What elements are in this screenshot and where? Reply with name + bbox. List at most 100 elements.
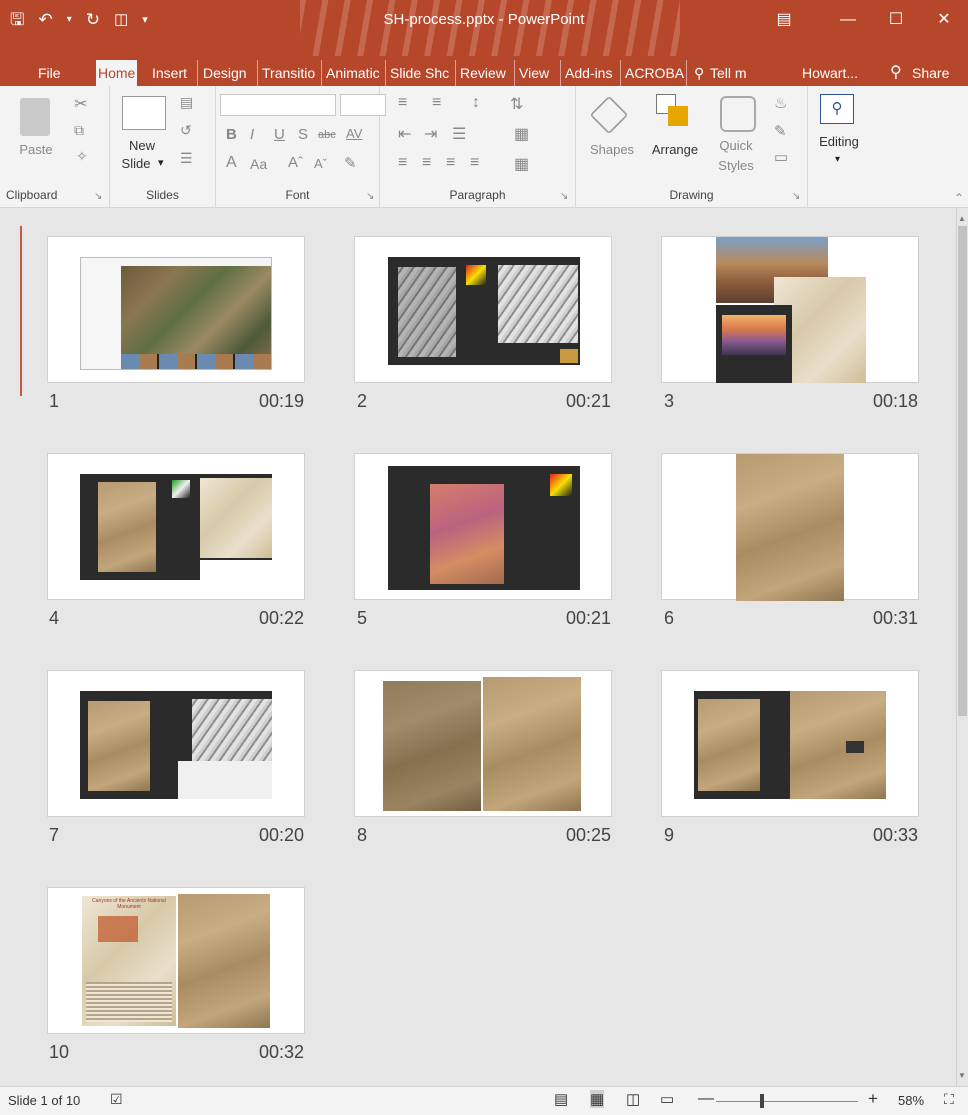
- font-launcher-icon[interactable]: ↘: [366, 191, 374, 202]
- slide-5-pink-image: [430, 484, 504, 584]
- shadow-button[interactable]: S: [298, 126, 308, 143]
- tab-home[interactable]: Home: [96, 60, 138, 86]
- slide-thumbnail-6[interactable]: [661, 453, 919, 601]
- paste-button[interactable]: Paste: [4, 142, 68, 157]
- copy-icon[interactable]: ⧉: [74, 122, 84, 139]
- tab-view[interactable]: View: [519, 60, 561, 86]
- tell-me-search[interactable]: Tell m: [710, 60, 760, 86]
- bold-button[interactable]: B: [226, 126, 237, 143]
- shape-fill-icon[interactable]: ♨: [774, 94, 787, 112]
- quick-styles-icon[interactable]: [720, 96, 756, 132]
- tab-animations[interactable]: Animatic: [326, 60, 386, 86]
- slide-thumbnail-4[interactable]: [47, 453, 305, 600]
- editing-dropdown-icon[interactable]: ▾: [835, 154, 840, 165]
- ribbon-display-options-icon[interactable]: ▤: [744, 6, 824, 34]
- clear-formatting-icon[interactable]: ✎: [344, 154, 357, 172]
- normal-view-icon[interactable]: ▤: [554, 1090, 568, 1108]
- change-case-button[interactable]: Aa: [250, 156, 267, 172]
- tab-transitions[interactable]: Transitio: [262, 60, 322, 86]
- tab-slide-show[interactable]: Slide Shc: [390, 60, 456, 86]
- zoom-slider-thumb[interactable]: [760, 1094, 764, 1108]
- tab-add-ins[interactable]: Add-ins: [565, 60, 621, 86]
- arrange-button[interactable]: Arrange: [642, 142, 708, 157]
- align-left-icon[interactable]: ≡: [398, 154, 407, 172]
- share-button[interactable]: Share: [912, 60, 949, 86]
- new-slide-label-2[interactable]: Slide: [114, 156, 158, 171]
- slide-1-filmstrip: [121, 354, 271, 369]
- paste-icon[interactable]: [20, 98, 50, 136]
- text-direction-icon[interactable]: ⇅: [510, 94, 523, 114]
- clipboard-launcher-icon[interactable]: ↘: [94, 191, 102, 202]
- slide-sorter-view-icon[interactable]: ▦: [590, 1090, 605, 1108]
- scroll-up-icon[interactable]: ▲: [958, 214, 966, 223]
- drawing-launcher-icon[interactable]: ↘: [792, 191, 800, 202]
- align-text-icon[interactable]: ▦: [514, 124, 529, 144]
- underline-button[interactable]: U: [274, 126, 285, 143]
- zoom-level[interactable]: 58%: [898, 1093, 924, 1108]
- quick-styles-label-2[interactable]: Styles: [708, 158, 764, 173]
- slide-show-icon[interactable]: ▭: [660, 1090, 674, 1108]
- line-spacing-icon[interactable]: ↕: [472, 94, 480, 112]
- zoom-slider[interactable]: [716, 1101, 858, 1102]
- slide-thumbnail-7[interactable]: [47, 670, 305, 817]
- tab-review[interactable]: Review: [460, 60, 515, 86]
- slide-thumbnail-10[interactable]: Canyons of the Ancients National Monumen…: [47, 887, 305, 1034]
- shapes-icon[interactable]: [589, 95, 629, 135]
- smartart-icon[interactable]: ▦: [514, 154, 529, 174]
- align-right-icon[interactable]: ≡: [446, 154, 455, 172]
- character-spacing-button[interactable]: AV: [346, 126, 362, 141]
- maximize-icon[interactable]: ☐: [872, 6, 920, 34]
- bullets-icon[interactable]: ≡: [398, 94, 407, 112]
- reset-icon[interactable]: ↺: [180, 122, 192, 139]
- decrease-indent-icon[interactable]: ⇤: [398, 124, 411, 144]
- increase-indent-icon[interactable]: ⇥: [424, 124, 437, 144]
- columns-icon[interactable]: ☰: [452, 124, 466, 144]
- section-icon[interactable]: ☰: [180, 150, 193, 167]
- strikethrough-button[interactable]: abc: [318, 129, 336, 141]
- slide-thumbnail-1[interactable]: [47, 236, 305, 383]
- justify-icon[interactable]: ≡: [470, 154, 479, 172]
- font-name-combo[interactable]: [220, 94, 336, 116]
- slide-thumbnail-2[interactable]: [354, 236, 612, 383]
- quick-styles-label-1[interactable]: Quick: [708, 138, 764, 153]
- italic-button[interactable]: I: [250, 126, 254, 143]
- editing-button[interactable]: Editing: [808, 134, 870, 149]
- new-slide-label-1[interactable]: New: [110, 138, 174, 153]
- collapse-ribbon-icon[interactable]: ⌃: [954, 191, 964, 205]
- reading-view-icon[interactable]: ◫: [626, 1090, 640, 1108]
- tab-acrobat[interactable]: ACROBA: [625, 60, 687, 86]
- cut-icon[interactable]: ✂: [74, 94, 87, 114]
- zoom-in-icon[interactable]: +: [868, 1089, 878, 1109]
- paragraph-launcher-icon[interactable]: ↘: [560, 191, 568, 202]
- tab-insert[interactable]: Insert: [152, 60, 198, 86]
- close-icon[interactable]: ✕: [920, 6, 968, 34]
- find-icon[interactable]: ⚲: [820, 94, 854, 124]
- grow-font-button[interactable]: Aˆ: [288, 154, 303, 171]
- tab-file[interactable]: File: [38, 60, 61, 86]
- spell-check-icon[interactable]: ☑: [110, 1091, 123, 1108]
- account-name[interactable]: Howart...: [802, 60, 874, 86]
- new-slide-dropdown-icon[interactable]: ▾: [158, 156, 164, 169]
- minimize-icon[interactable]: —: [824, 6, 872, 34]
- new-slide-icon[interactable]: [122, 96, 166, 130]
- slide-thumbnail-8[interactable]: [354, 670, 612, 817]
- tab-design[interactable]: Design: [203, 60, 258, 86]
- slide-thumbnail-9[interactable]: [661, 670, 919, 817]
- font-color-button[interactable]: A: [226, 154, 237, 172]
- zoom-out-icon[interactable]: —: [698, 1090, 714, 1108]
- scrollbar-thumb[interactable]: [958, 226, 967, 716]
- format-painter-icon[interactable]: ✧: [76, 148, 88, 165]
- vertical-scrollbar[interactable]: ▲ ▼: [956, 208, 968, 1086]
- fit-to-window-icon[interactable]: ⛶: [944, 1091, 954, 1108]
- numbering-icon[interactable]: ≡: [432, 94, 441, 112]
- shapes-button[interactable]: Shapes: [584, 142, 640, 157]
- slide-thumbnail-5[interactable]: [354, 453, 612, 600]
- shrink-font-button[interactable]: Aˇ: [314, 156, 327, 171]
- scroll-down-icon[interactable]: ▼: [958, 1071, 966, 1080]
- layout-icon[interactable]: ▤: [180, 94, 193, 111]
- shape-effects-icon[interactable]: ▭: [774, 148, 788, 166]
- slide-thumbnail-3[interactable]: [661, 236, 919, 383]
- shape-outline-icon[interactable]: ✎: [774, 122, 787, 140]
- center-icon[interactable]: ≡: [422, 154, 431, 172]
- slide-7-relief: [192, 699, 272, 761]
